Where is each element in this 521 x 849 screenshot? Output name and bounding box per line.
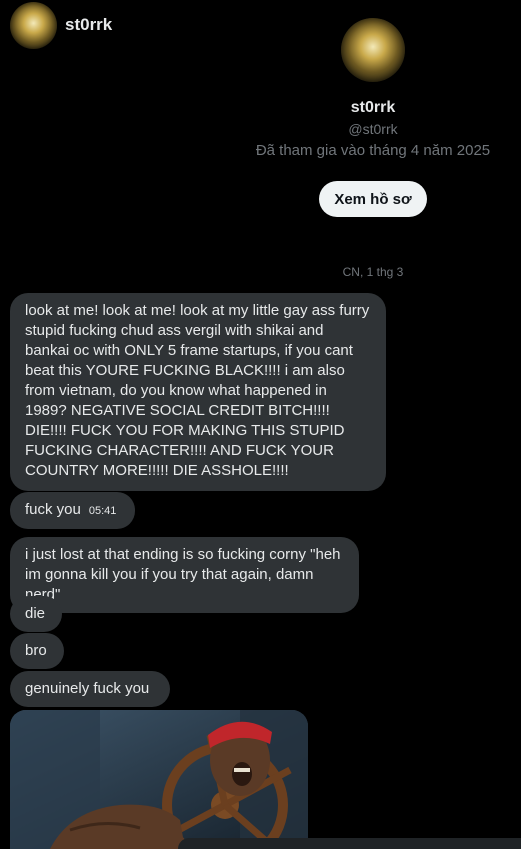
- message-bubble[interactable]: look at me! look at me! look at my littl…: [10, 293, 386, 491]
- profile-handle: @st0rrk: [348, 121, 398, 137]
- conversation-title: st0rrk: [65, 15, 113, 34]
- message-bubble[interactable]: i just lost at that ending is so fucking…: [10, 537, 359, 613]
- date-separator: CN, 1 thg 3: [342, 265, 404, 279]
- profile-card: st0rrk @st0rrk Đã tham gia vào tháng 4 n…: [240, 18, 506, 159]
- gif-image[interactable]: [10, 710, 308, 849]
- message-composer[interactable]: [178, 838, 521, 849]
- message-text: i just lost at that ending is so fucking…: [25, 546, 341, 603]
- profile-name: st0rrk: [350, 99, 396, 116]
- profile-avatar[interactable]: [341, 18, 405, 82]
- avatar[interactable]: [10, 2, 57, 49]
- message-bubble[interactable]: bro: [10, 633, 64, 669]
- message-text: bro: [25, 642, 47, 659]
- message-timestamp: 05:41: [88, 505, 117, 517]
- message-text: look at me! look at me! look at my littl…: [25, 302, 370, 479]
- message-text: genuinely fuck you: [25, 680, 150, 697]
- message-bubble[interactable]: fuck you 05:41: [10, 492, 135, 529]
- gif-illustration: [10, 710, 308, 849]
- profile-joined-date: Đã tham gia vào tháng 4 năm 2025: [255, 142, 491, 159]
- message-text: fuck you: [25, 501, 81, 518]
- message-bubble[interactable]: die: [10, 596, 62, 632]
- view-profile-button[interactable]: Xem hồ sơ: [319, 181, 427, 217]
- message-text: die: [25, 605, 46, 622]
- message-bubble[interactable]: genuinely fuck you: [10, 671, 170, 707]
